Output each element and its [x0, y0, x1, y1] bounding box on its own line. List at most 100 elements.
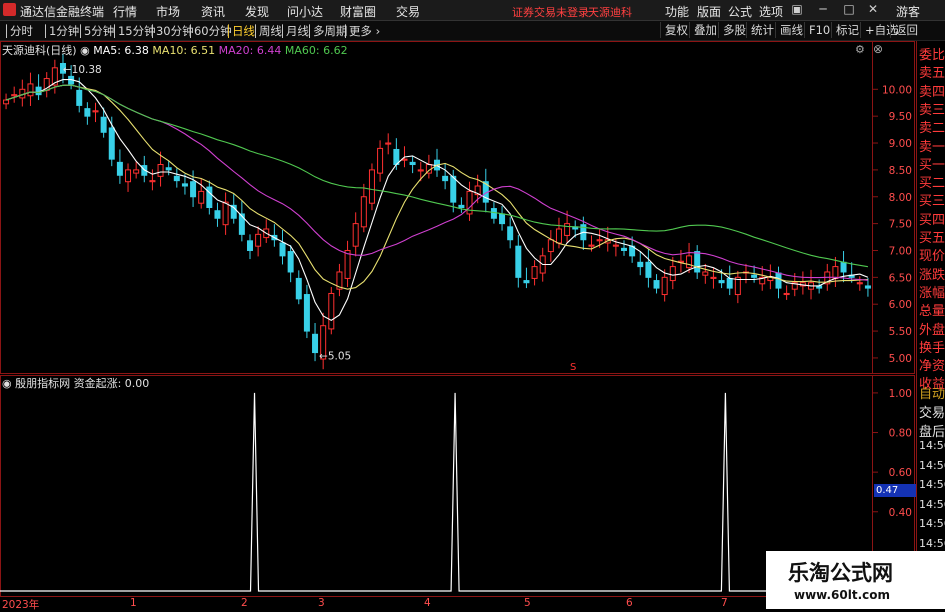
kline-legend: 天源迪科(日线) ◉ MA5: 6.38 MA10: 6.51 MA20: 6.…: [2, 42, 348, 58]
minimize-icon[interactable]: ─: [812, 1, 834, 18]
candle-body: [490, 208, 497, 219]
candle-body: [377, 147, 384, 174]
quote-label: 净资: [919, 359, 945, 375]
candle-body: [116, 161, 123, 176]
f10-button[interactable]: F10: [804, 22, 834, 38]
draw-line-button[interactable]: 画线: [775, 22, 807, 38]
candle-body: [621, 247, 628, 251]
skin-icon[interactable]: ▣: [786, 1, 808, 18]
menu-function[interactable]: 功能: [665, 3, 689, 20]
candle-body: [783, 292, 790, 296]
candle-body: [450, 175, 457, 203]
maximize-icon[interactable]: □: [838, 1, 860, 18]
menu-ask[interactable]: 问小达: [287, 3, 323, 20]
stock-label: 天源迪科(日线): [2, 44, 77, 57]
title-bar: 通达信金融终端 行情 市场 资讯 发现 问小达 财富圈 交易 证券交易未登录 天…: [0, 0, 945, 21]
adjust-button[interactable]: 复权: [660, 22, 692, 38]
current-stock-name: 天源迪科: [588, 6, 632, 19]
back-button[interactable]: 返回: [890, 22, 922, 38]
indicator-settings-icon[interactable]: ◉: [2, 377, 12, 390]
candle-body: [100, 116, 107, 133]
quote-label: 换手: [919, 340, 945, 356]
y-tick-label: 9.50: [889, 111, 912, 123]
y-tick-label: 8.50: [889, 165, 912, 177]
settings-icon[interactable]: ⚙: [855, 43, 865, 56]
candle-body: [499, 213, 506, 225]
menu-news[interactable]: 资讯: [201, 3, 225, 20]
menu-wealth[interactable]: 财富圈: [340, 3, 376, 20]
menu-options[interactable]: 选项: [759, 3, 783, 20]
menu-trade[interactable]: 交易: [396, 3, 420, 20]
candle-body: [295, 277, 302, 300]
candle-body: [637, 261, 644, 268]
candle-body: [368, 169, 375, 204]
tab-period-monthly[interactable]: │月线: [279, 23, 309, 39]
kline-chart-panel[interactable]: 5.00 5.50 6.00 6.50 7.00 7.50 8.00 8.50 9.00 9.50…: [0, 41, 915, 374]
app-logo-icon: [3, 3, 16, 16]
trade-panel-label: 盘后: [919, 425, 945, 440]
kline-chart[interactable]: 5.00 5.50 6.00 6.50 7.00 7.50 8.00 8.50 9.00 9.50…: [0, 41, 915, 374]
y-tick-label: 5.50: [889, 326, 912, 338]
quote-label: 卖一: [919, 139, 945, 155]
trade-time: 14:56: [919, 458, 945, 472]
period-toolbar: │分时 │1分钟 │5分钟 │15分钟 │30分钟 │60分钟 │日线 │周线 …: [0, 21, 945, 41]
quote-label: 买四: [919, 212, 945, 228]
y-tick-label: 0.60: [889, 467, 912, 479]
tab-period-more[interactable]: │更多 ›: [342, 23, 380, 39]
tab-period-5min[interactable]: │5分钟: [77, 23, 114, 39]
cursor-value-tag: 0.47: [874, 484, 916, 497]
close-icon[interactable]: ✕: [862, 1, 884, 18]
candle-body: [157, 164, 164, 177]
trade-time: 14:56: [919, 517, 945, 530]
menu-layout[interactable]: 版面: [697, 3, 721, 20]
quote-label: 外盘: [919, 322, 945, 338]
y-tick-label: 5.00: [889, 353, 912, 365]
candle-body: [328, 292, 335, 330]
candle-body: [686, 255, 693, 269]
candle-body: [173, 175, 180, 182]
menu-market[interactable]: 市场: [156, 3, 180, 20]
guest-user[interactable]: 游客: [896, 3, 920, 20]
candle-body: [417, 169, 424, 172]
candle-body: [84, 108, 91, 117]
quote-label: 卖三: [919, 102, 945, 118]
candle-body: [645, 261, 652, 278]
candle-body: [442, 175, 449, 182]
candle-body: [287, 251, 294, 273]
candle-body: [726, 277, 733, 289]
tab-period-minute[interactable]: │分时: [3, 23, 33, 39]
ma10-line: [5, 84, 868, 290]
tab-period-1min[interactable]: │1分钟: [42, 23, 79, 39]
kline-close-icon[interactable]: ⊗: [873, 42, 883, 56]
candle-body: [555, 228, 562, 244]
candle-body: [775, 272, 782, 289]
app-title: 通达信金融终端: [20, 5, 105, 19]
candle-body: [588, 244, 595, 247]
candle-body: [523, 280, 530, 284]
quote-label: 卖二: [919, 121, 945, 137]
y-tick-label: 8.00: [889, 192, 912, 204]
overlay-button[interactable]: 叠加: [689, 22, 721, 38]
candle-body: [832, 266, 839, 279]
candle-body: [864, 285, 871, 289]
candle-body: [198, 190, 205, 204]
candle-body: [702, 271, 709, 276]
x-tick-label: 1: [130, 597, 137, 609]
ma10-label: MA10: 6.51: [152, 44, 216, 57]
menu-market-quotes[interactable]: 行情: [113, 3, 137, 20]
tab-period-daily[interactable]: │日线: [225, 23, 255, 39]
settings-circle-icon[interactable]: ◉: [80, 44, 90, 57]
menu-discover[interactable]: 发现: [245, 3, 269, 20]
trade-panel-label[interactable]: 自动: [919, 383, 945, 402]
trade-time: 14:56: [919, 478, 945, 491]
mark-button[interactable]: 标记: [831, 22, 863, 38]
candle-body: [751, 274, 758, 278]
signal-marker: S: [570, 362, 576, 373]
tab-period-weekly[interactable]: │周线: [252, 23, 282, 39]
statistics-button[interactable]: 统计: [746, 22, 778, 38]
trade-login-warning[interactable]: 证券交易未登录: [512, 4, 589, 20]
menu-formula[interactable]: 公式: [728, 3, 752, 20]
candle-body: [385, 142, 392, 145]
y-tick-label: 10.00: [882, 84, 912, 96]
y-tick-label: 0.40: [889, 507, 912, 519]
